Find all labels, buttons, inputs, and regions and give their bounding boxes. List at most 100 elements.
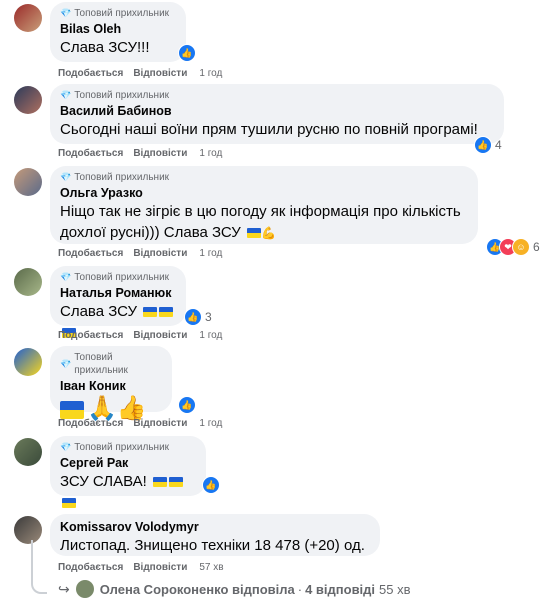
like-button[interactable]: Подобається — [58, 330, 123, 341]
comment-actions: Подобається Відповісти 1 год — [58, 248, 222, 259]
timestamp[interactable]: 1 год — [199, 418, 222, 429]
comment-actions: Подобається Відповісти 1 год — [58, 418, 222, 429]
reply-button[interactable]: Відповісти — [133, 418, 187, 429]
timestamp[interactable]: 1 год — [199, 248, 222, 259]
like-button[interactable]: Подобається — [58, 148, 123, 159]
author-name[interactable]: Komissarov Volodymyr — [60, 519, 370, 535]
thumbs-up-icon: 👍 — [202, 476, 220, 494]
reaction-count: 3 — [205, 310, 212, 324]
ukraine-flag-icon — [159, 307, 174, 318]
comment-bubble: 💎 Топовий прихильник Іван Коник 🙏👍 — [50, 346, 172, 422]
avatar[interactable] — [14, 268, 42, 296]
diamond-icon: 💎 — [60, 442, 72, 452]
thumbs-up-icon: 👍 — [178, 396, 196, 414]
timestamp[interactable]: 1 год — [199, 148, 222, 159]
badge-label: Топовий прихильник — [74, 442, 170, 453]
top-fan-badge: 💎 Топовий прихильник — [60, 351, 162, 377]
timestamp[interactable]: 1 год — [199, 68, 222, 79]
author-name[interactable]: Bilas Oleh — [60, 21, 176, 37]
care-icon: ☺ — [512, 238, 530, 256]
thumbs-up-icon: 👍 — [178, 44, 196, 62]
reply-button[interactable]: Відповісти — [133, 68, 187, 79]
comment-text-label: Слава ЗСУ — [60, 303, 137, 320]
badge-label: Топовий прихильник — [74, 8, 170, 19]
reply-count[interactable]: 4 відповіді — [305, 582, 375, 597]
badge-label: Топовий прихильник — [74, 352, 128, 376]
reaction-summary[interactable]: 👍 — [178, 396, 196, 414]
ukraine-flag-icon — [143, 307, 158, 318]
badge-label: Топовий прихильник — [74, 272, 170, 283]
reaction-summary[interactable]: 👍 3 — [184, 308, 212, 326]
comment-text: Сьогодні наші воїни прям тушили русню по… — [60, 121, 478, 138]
muscle-icon: 💪 — [260, 226, 276, 240]
reply-button[interactable]: Відповісти — [133, 562, 187, 573]
comment-text-line2: дохлої русні))) Слава ЗСУ — [60, 224, 241, 241]
comment-bubble: 💎 Топовий прихильник Василий Бабинов Сьо… — [50, 84, 504, 144]
diamond-icon: 💎 — [60, 272, 72, 282]
comment-text: ЗСУ СЛАВА! — [60, 471, 196, 513]
like-button[interactable]: Подобається — [58, 248, 123, 259]
author-name[interactable]: Сергей Рак — [60, 455, 196, 471]
thumbs-up-icon: 👍 — [474, 136, 492, 154]
reaction-summary[interactable]: 👍 — [178, 44, 196, 62]
thumbs-up-icon: 👍 — [184, 308, 202, 326]
top-fan-badge: 💎 Топовий прихильник — [60, 271, 176, 284]
reply-button[interactable]: Відповісти — [133, 148, 187, 159]
top-fan-badge: 💎 Топовий прихильник — [60, 7, 176, 20]
comment-bubble: 💎 Топовий прихильник Ольга Уразко Ніщо т… — [50, 166, 478, 244]
comment-bubble: 💎 Топовий прихильник Сергей Рак ЗСУ СЛАВ… — [50, 436, 206, 509]
like-button[interactable]: Подобається — [58, 68, 123, 79]
author-name[interactable]: Василий Бабинов — [60, 103, 494, 119]
diamond-icon: 💎 — [60, 358, 72, 369]
reaction-summary[interactable]: 👍 4 — [474, 136, 502, 154]
author-name[interactable]: Наталья Романюк — [60, 285, 176, 301]
timestamp: 55 хв — [379, 581, 411, 597]
badge-label: Топовий прихильник — [74, 90, 170, 101]
comment-actions: Подобається Відповісти 57 хв — [58, 562, 224, 573]
timestamp[interactable]: 57 хв — [199, 562, 223, 573]
top-fan-badge: 💎 Топовий прихильник — [60, 171, 468, 184]
reply-arrow-icon: ↪ — [58, 580, 70, 597]
comment-bubble: 💎 Топовий прихильник Наталья Романюк Сла… — [50, 266, 186, 339]
comment-text: Слава ЗСУ!!! — [60, 39, 150, 56]
comment-text-label: ЗСУ СЛАВА! — [60, 473, 147, 490]
reply-button[interactable]: Відповісти — [133, 248, 187, 259]
avatar[interactable] — [14, 86, 42, 114]
diamond-icon: 💎 — [60, 172, 72, 182]
replier-name[interactable]: Олена Сороконенко відповіла — [100, 582, 295, 597]
avatar[interactable] — [14, 4, 42, 32]
comment-actions: Подобається Відповісти 1 год — [58, 148, 222, 159]
view-replies-link[interactable]: ↪ Олена Сороконенко відповіла · 4 відпов… — [58, 580, 411, 598]
reply-button[interactable]: Відповісти — [133, 330, 187, 341]
comment-text: Ніщо так не зігріє в цю погоду як інформ… — [60, 203, 461, 220]
ukraine-flag-icon — [152, 477, 167, 488]
ukraine-flag-icon — [62, 498, 76, 509]
comment-bubble: Komissarov Volodymyr Листопад. Знищено т… — [50, 514, 380, 556]
like-button[interactable]: Подобається — [58, 562, 123, 573]
comment-thread: 💎 Топовий прихильник Bilas Oleh Слава ЗС… — [0, 0, 540, 600]
ukraine-flag-icon — [168, 477, 183, 488]
reaction-summary[interactable]: 👍 ❤ ☺ 6 — [486, 238, 540, 256]
avatar[interactable] — [14, 348, 42, 376]
timestamp[interactable]: 1 год — [199, 330, 222, 341]
ukraine-flag-icon — [246, 228, 261, 239]
diamond-icon: 💎 — [60, 90, 72, 100]
top-fan-badge: 💎 Топовий прихильник — [60, 441, 196, 454]
comment-actions: Подобається Відповісти 1 год — [58, 68, 222, 79]
reply-thread-line — [31, 540, 47, 594]
avatar — [75, 580, 94, 598]
comment-bubble: 💎 Топовий прихильник Bilas Oleh Слава ЗС… — [50, 2, 186, 62]
comment-text-continued: дохлої русні))) Слава ЗСУ 💪 — [60, 222, 468, 244]
like-button[interactable]: Подобається — [58, 418, 123, 429]
author-name[interactable]: Іван Коник — [60, 378, 162, 394]
reaction-summary[interactable]: 👍 — [202, 476, 220, 494]
avatar[interactable] — [14, 438, 42, 466]
separator: · — [297, 581, 303, 597]
diamond-icon: 💎 — [60, 8, 72, 18]
comment-actions: Подобається Відповісти 1 год — [58, 330, 222, 341]
avatar[interactable] — [14, 168, 42, 196]
ukraine-flag-icon — [60, 400, 84, 419]
badge-label: Топовий прихильник — [74, 172, 170, 183]
author-name[interactable]: Ольга Уразко — [60, 185, 468, 201]
comment-text: Листопад. Знищено техніки 18 478 (+20) о… — [60, 537, 365, 554]
